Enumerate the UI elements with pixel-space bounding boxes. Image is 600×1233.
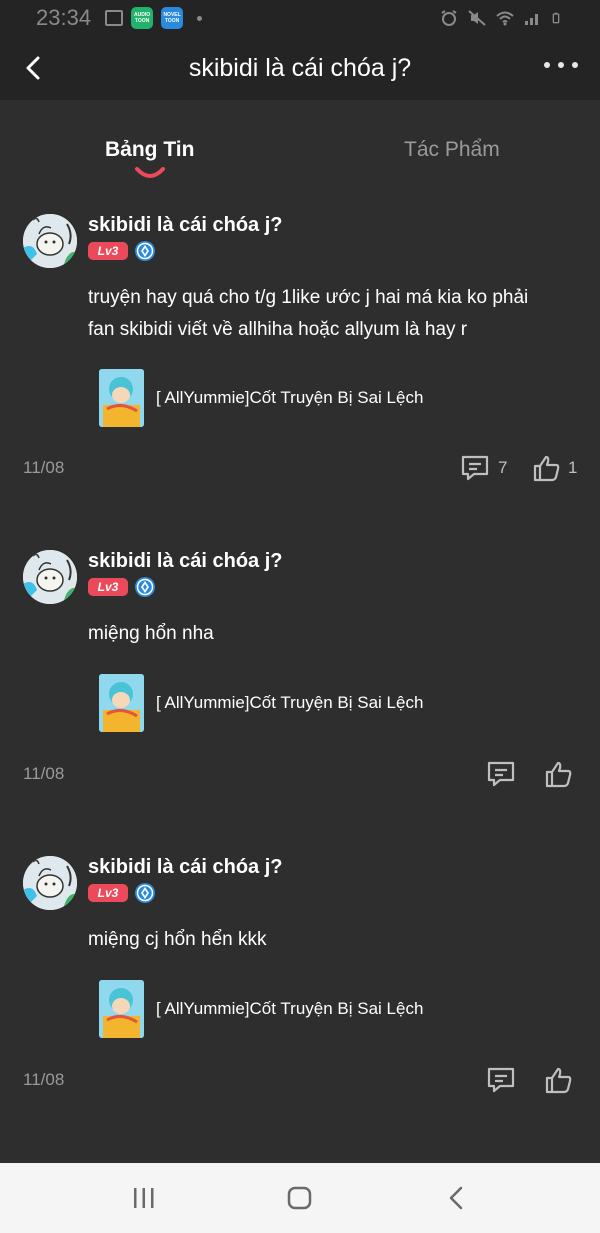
post-text: miệng hổn nha [88, 618, 578, 650]
thumbs-up-icon [545, 1067, 572, 1094]
verified-badge-icon [135, 577, 155, 597]
post-text: miệng cj hổn hển kkk [88, 924, 578, 956]
thumbs-up-icon [533, 455, 560, 482]
noveltoon-notification-icon: NOVEL TOON [161, 7, 184, 29]
back-nav-icon[interactable] [446, 1185, 466, 1211]
post-text-line: miệng cj hổn hển kkk [88, 929, 267, 950]
comment-icon [487, 1067, 515, 1093]
like-button[interactable] [544, 1066, 572, 1094]
post-text: truyện hay quá cho t/g 1like ước j hai m… [88, 282, 578, 346]
like-button[interactable] [544, 760, 572, 788]
more-notifications-icon [197, 15, 203, 21]
system-nav-bar [0, 1163, 600, 1233]
work-title: [ AllYummie]Cốt Truyện Bị Sai Lệch [156, 388, 424, 407]
comment-icon [487, 761, 515, 787]
verified-badge-icon [135, 241, 155, 261]
verified-badge-icon [135, 883, 155, 903]
linked-work[interactable]: [ AllYummie]Cốt Truyện Bị Sai Lệch [99, 674, 423, 732]
status-bar: 23:34 AUDIO TOON NOVEL TOON [0, 0, 600, 36]
status-right [440, 10, 564, 26]
comment-button[interactable]: 7 [460, 454, 507, 482]
post-text-line: miệng hổn nha [88, 623, 214, 644]
work-title: [ AllYummie]Cốt Truyện Bị Sai Lệch [156, 693, 424, 712]
app-header: skibidi là cái chóa j? [0, 36, 600, 100]
comment-button[interactable] [486, 1066, 516, 1094]
work-cover-image [99, 369, 144, 427]
work-cover-image [99, 674, 144, 732]
tab-bar: Bảng Tin Tác Phẩm [0, 100, 600, 190]
level-badge: Lv3 [88, 242, 128, 260]
mute-icon [468, 10, 486, 26]
status-time: 23:34 [36, 5, 92, 30]
post-date: 11/08 [23, 1070, 65, 1089]
post-date: 11/08 [23, 458, 65, 477]
page-title: skibidi là cái chóa j? [188, 54, 412, 82]
comment-count: 7 [498, 458, 508, 477]
comment-icon [461, 455, 489, 481]
post-author[interactable]: skibidi là cái chóa j? [88, 214, 283, 237]
like-button[interactable]: 1 [532, 454, 577, 482]
more-options-icon[interactable] [544, 62, 578, 72]
post-text-line: truyện hay quá cho t/g 1like ước j hai m… [88, 287, 529, 308]
work-title: [ AllYummie]Cốt Truyện Bị Sai Lệch [156, 999, 424, 1018]
linked-work[interactable]: [ AllYummie]Cốt Truyện Bị Sai Lệch [99, 369, 423, 427]
like-count: 1 [568, 458, 578, 477]
alarm-icon [441, 10, 457, 26]
battery-icon [552, 12, 560, 24]
level-badge: Lv3 [88, 884, 128, 902]
tab-news-feed[interactable]: Bảng Tin [105, 138, 194, 162]
tab-works[interactable]: Tác Phẩm [404, 138, 500, 162]
recent-apps-icon[interactable] [132, 1185, 156, 1211]
tab-active-indicator [135, 167, 165, 178]
gallery-icon [105, 10, 124, 26]
post-author[interactable]: skibidi là cái chóa j? [88, 550, 283, 573]
work-cover-image [99, 980, 144, 1038]
home-icon[interactable] [287, 1185, 313, 1211]
avatar[interactable] [23, 550, 77, 604]
post-author[interactable]: skibidi là cái chóa j? [88, 856, 283, 879]
thumbs-up-icon [545, 761, 572, 788]
linked-work[interactable]: [ AllYummie]Cốt Truyện Bị Sai Lệch [99, 980, 423, 1038]
wifi-icon [496, 11, 514, 26]
avatar[interactable] [23, 214, 77, 268]
avatar[interactable] [23, 856, 77, 910]
post-text-line: fan skibidi viết về allhiha hoặc allyum … [88, 319, 468, 340]
status-left: 23:34 AUDIO TOON NOVEL TOON [36, 5, 203, 31]
post-date: 11/08 [23, 764, 65, 783]
signal-icon [525, 14, 538, 25]
audiotoon-notification-icon: AUDIO TOON [131, 7, 154, 29]
level-badge: Lv3 [88, 578, 128, 596]
comment-button[interactable] [486, 760, 516, 788]
